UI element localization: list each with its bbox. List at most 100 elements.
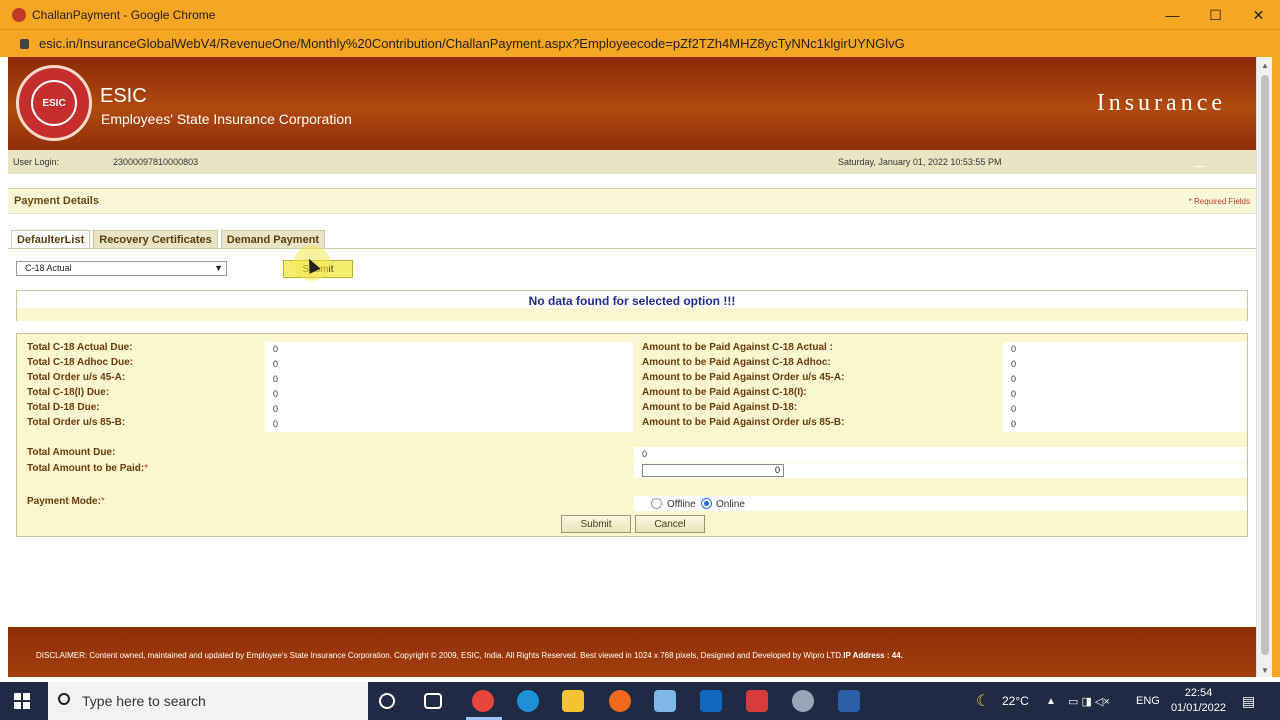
cancel-button[interactable]: Cancel	[635, 515, 705, 533]
user-login-label: User Login:	[13, 157, 60, 167]
browser-title-bar: ChallanPayment - Google Chrome — ☐ ✕	[0, 0, 1280, 30]
tray-icons[interactable]: ▭ ◨ ◁×	[1068, 682, 1110, 720]
disclaimer-text: DISCLAIMER: Content owned, maintained an…	[36, 651, 903, 660]
due-label: Total Order u/s 85-B:	[27, 417, 126, 428]
maximize-button[interactable]: ☐	[1194, 0, 1237, 30]
total-amount-due-value: 0	[634, 447, 1247, 462]
windows-start-icon[interactable]	[14, 693, 30, 709]
due-value: 0	[265, 387, 633, 402]
section-header: Payment Details * Required Fields	[8, 188, 1256, 214]
offline-label: Offline	[667, 499, 696, 510]
online-label: Online	[716, 499, 745, 510]
window-controls: — ☐ ✕	[1151, 0, 1280, 30]
site-header: ESIC ESIC Employees' State Insurance Cor…	[8, 57, 1256, 150]
taskbar-search-box[interactable]: Type here to search	[48, 682, 368, 720]
app-icon[interactable]	[746, 690, 768, 712]
clock-date: 01/01/2022	[1170, 702, 1226, 714]
no-data-message: No data found for selected option !!!	[528, 294, 736, 308]
total-amount-due-label: Total Amount Due:	[27, 447, 116, 458]
chrome-icon[interactable]	[472, 690, 494, 712]
due-row: Total Order u/s 85-B: 0 Amount to be Pai…	[17, 417, 1247, 432]
org-full-name: Employees' State Insurance Corporation	[101, 111, 352, 127]
esic-logo: ESIC	[16, 65, 92, 141]
network-app-icon[interactable]	[838, 690, 860, 712]
cortana-icon[interactable]	[379, 693, 395, 709]
due-row: Total C-18 Adhoc Due: 0 Amount to be Pai…	[17, 357, 1247, 372]
ip-address: IP Address : 44.	[843, 651, 903, 660]
scrollbar-thumb[interactable]	[1261, 75, 1269, 655]
windows-taskbar: Type here to search ☾ 22°C ▲ ▭ ◨ ◁× ENG …	[0, 682, 1280, 720]
message-box: No data found for selected option !!!	[16, 290, 1248, 321]
close-button[interactable]: ✕	[1237, 0, 1280, 30]
temperature[interactable]: 22°C	[1002, 682, 1029, 720]
firefox-icon[interactable]	[609, 690, 631, 712]
language-indicator[interactable]: ENG	[1136, 682, 1160, 720]
search-placeholder: Type here to search	[82, 693, 206, 709]
due-row: Total C-18 Actual Due: 0 Amount to be Pa…	[17, 342, 1247, 357]
due-row: Total D-18 Due: 0 Amount to be Paid Agai…	[17, 402, 1247, 417]
pay-value: 0	[1003, 417, 1247, 432]
brand-title: Insurance	[1096, 90, 1226, 116]
due-label: Total Order u/s 45-A:	[27, 372, 126, 383]
window-border	[1272, 57, 1280, 677]
file-explorer-icon[interactable]	[562, 690, 584, 712]
org-short-name: ESIC	[100, 85, 147, 107]
pay-value: 0	[1003, 387, 1247, 402]
tab-bar: DefaulterList Recovery Certificates Dema…	[11, 230, 328, 249]
clock-time: 22:54	[1184, 687, 1213, 699]
payment-form: Total C-18 Actual Due: 0 Amount to be Pa…	[16, 333, 1248, 537]
due-value: 0	[265, 357, 633, 372]
due-label: Total C-18 Adhoc Due:	[27, 357, 134, 368]
chevron-up-icon[interactable]: ▲	[1046, 682, 1056, 720]
scroll-up-icon[interactable]: ▲	[1261, 61, 1269, 70]
outlook-icon[interactable]	[700, 690, 722, 712]
tab-panel: C-18 Actual ▼ Submit No data found for s…	[8, 245, 1256, 546]
edge-icon[interactable]	[517, 690, 539, 712]
url-text[interactable]: esic.in/InsuranceGlobalWebV4/RevenueOne/…	[39, 36, 905, 51]
notepad-icon[interactable]	[654, 690, 676, 712]
payment-mode-row: Payment Mode:* Offline Online	[17, 496, 1247, 511]
address-bar[interactable]: esic.in/InsuranceGlobalWebV4/RevenueOne/…	[0, 30, 1280, 57]
minimize-button[interactable]: —	[1151, 0, 1194, 30]
window-title: ChallanPayment - Google Chrome	[32, 7, 216, 22]
scroll-down-icon[interactable]: ▼	[1261, 666, 1269, 675]
site-footer: DISCLAIMER: Content owned, maintained an…	[8, 627, 1256, 677]
total-amount-to-pay-text: Total Amount to be Paid:	[27, 463, 145, 474]
payment-mode-label: Payment Mode:*	[27, 496, 105, 507]
total-amount-to-pay-label: Total Amount to be Paid:*	[27, 463, 148, 474]
task-view-icon[interactable]	[424, 693, 442, 709]
payment-mode-text: Payment Mode:	[27, 496, 101, 507]
select-value: C-18 Actual	[25, 263, 72, 273]
tab-defaulter-list[interactable]: DefaulterList	[11, 230, 91, 249]
settings-app-icon[interactable]	[792, 690, 814, 712]
message-divider	[17, 308, 1247, 321]
pay-value: 0	[1003, 357, 1247, 372]
divider	[1194, 166, 1204, 167]
offline-radio[interactable]	[651, 498, 662, 509]
due-row: Total Order u/s 45-A: 0 Amount to be Pai…	[17, 372, 1247, 387]
clock[interactable]: 22:54 01/01/2022	[1171, 686, 1226, 716]
section-title: Payment Details	[14, 195, 99, 207]
logo-emblem: ESIC	[31, 80, 77, 126]
due-label: Total C-18(I) Due:	[27, 387, 110, 398]
pay-value: 0	[1003, 402, 1247, 417]
due-label: Total C-18 Actual Due:	[27, 342, 133, 353]
pay-label: Amount to be Paid Against C-18(I):	[642, 387, 807, 398]
total-amount-to-pay-input[interactable]: 0	[642, 464, 784, 477]
pay-value: 0	[1003, 342, 1247, 357]
notification-icon[interactable]: ▤	[1242, 682, 1255, 720]
disclaimer: DISCLAIMER: Content owned, maintained an…	[36, 651, 844, 660]
online-radio[interactable]	[701, 498, 712, 509]
pay-label: Amount to be Paid Against Order u/s 85-B…	[642, 417, 845, 428]
web-page: ESIC ESIC Employees' State Insurance Cor…	[8, 57, 1256, 677]
defaulter-type-select[interactable]: C-18 Actual ▼	[16, 261, 227, 276]
weather-moon-icon[interactable]: ☾	[976, 682, 990, 720]
tab-recovery-certificates[interactable]: Recovery Certificates	[93, 230, 218, 249]
submit-button[interactable]: Submit	[561, 515, 631, 533]
page-scrollbar[interactable]: ▲ ▼	[1256, 57, 1272, 677]
lock-icon[interactable]	[20, 38, 29, 49]
user-login-id: 23000097810000803	[113, 157, 199, 167]
due-value: 0	[265, 417, 633, 432]
pay-label: Amount to be Paid Against D-18:	[642, 402, 798, 413]
pay-label: Amount to be Paid Against Order u/s 45-A…	[642, 372, 845, 383]
